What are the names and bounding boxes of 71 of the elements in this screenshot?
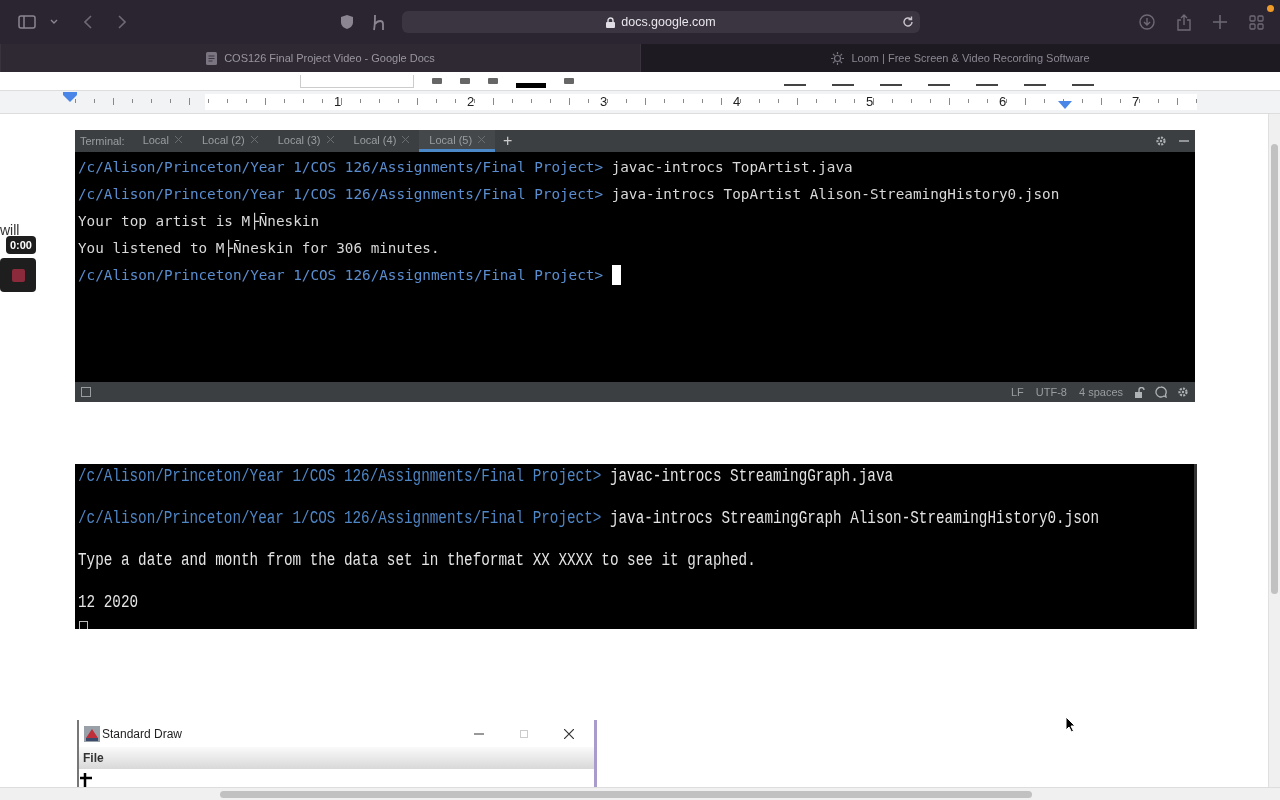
prompt-text: /c/Alison/Princeton/Year 1/COS 126/Assignments/Final Project> xyxy=(78,266,604,285)
terminal-tab[interactable]: Local (5) xyxy=(419,130,496,152)
command-text: javac-introcs TopArtist.java xyxy=(611,158,853,177)
caption-text: will xyxy=(0,222,20,238)
scrollbar-thumb[interactable] xyxy=(1271,144,1278,594)
close-icon[interactable] xyxy=(564,728,574,739)
address-bar[interactable]: docs.google.com xyxy=(402,11,920,33)
share-icon[interactable] xyxy=(1177,13,1191,31)
download-icon[interactable] xyxy=(1139,14,1155,30)
output-text: Your top artist is M├Ñneskin xyxy=(78,211,319,232)
reload-icon[interactable] xyxy=(902,16,914,28)
ruler-number: 2 xyxy=(465,94,476,110)
window-title: Standard Draw xyxy=(102,726,183,741)
ruler-number: 5 xyxy=(864,94,875,110)
lock-icon xyxy=(606,16,616,28)
ruler-number: 4 xyxy=(731,94,742,110)
terminal-tab[interactable]: Local (3) xyxy=(267,130,344,152)
maximize-icon[interactable] xyxy=(520,729,528,738)
terminal-tab[interactable]: Local (2) xyxy=(191,130,268,152)
prompt-text: /c/Alison/Princeton/Year 1/COS 126/Assignments/Final Project> xyxy=(78,185,604,204)
notification-dot xyxy=(1267,5,1274,12)
add-tab-button[interactable]: + xyxy=(495,130,521,152)
settings-icon[interactable] xyxy=(1155,135,1167,147)
output-text: You listened to M├Ñneskin for 306 minutes. xyxy=(78,238,440,259)
ruler-number: 1 xyxy=(332,94,343,110)
prompt-text: /c/Alison/Princeton/Year 1/COS 126/Assignments/Final Project> xyxy=(78,506,602,531)
status-item[interactable]: UTF-8 xyxy=(1035,386,1067,398)
font-size-field[interactable] xyxy=(300,74,414,88)
ruler-number: 6 xyxy=(997,94,1008,110)
new-tab-icon[interactable] xyxy=(1213,15,1227,29)
forward-icon[interactable] xyxy=(118,15,126,29)
terminal-tab[interactable]: Local xyxy=(132,130,192,152)
sidebar-icon[interactable] xyxy=(18,15,36,29)
mouse-cursor-icon xyxy=(1065,716,1076,733)
status-item[interactable]: LF xyxy=(1010,386,1024,398)
chat-icon[interactable] xyxy=(1155,386,1167,398)
tab-overview-icon[interactable] xyxy=(1249,14,1264,30)
browser-tab[interactable]: COS126 Final Project Video - Google Docs xyxy=(0,44,640,72)
chevron-down-icon[interactable] xyxy=(50,19,58,25)
sun-icon xyxy=(831,51,845,65)
status-item[interactable]: 4 spaces xyxy=(1078,386,1123,398)
output-text: Type a date and month from the data set in theformat XX XXXX to see it graphed. xyxy=(78,548,756,573)
indent-marker-icon[interactable] xyxy=(1058,101,1072,109)
text-cursor xyxy=(79,621,88,629)
stop-recording-button[interactable] xyxy=(0,258,36,292)
prompt-text: /c/Alison/Princeton/Year 1/COS 126/Assignments/Final Project> xyxy=(78,464,602,489)
text-color-icon[interactable] xyxy=(516,82,546,88)
command-text: javac-introcs StreamingGraph.java xyxy=(609,464,894,489)
settings-icon[interactable] xyxy=(1177,386,1189,398)
ruler-number: 7 xyxy=(1130,94,1141,110)
address-text: docs.google.com xyxy=(621,15,716,29)
command-text: java-introcs TopArtist Alison-StreamingHistory0.json xyxy=(611,185,1060,204)
document-icon xyxy=(206,51,218,65)
terminal-tab[interactable]: Local (4) xyxy=(343,130,420,152)
ruler-number: 3 xyxy=(598,94,609,110)
app-icon xyxy=(84,725,100,742)
command-text: java-introcs StreamingGraph Alison-StreamingHistory0.json xyxy=(609,506,1099,531)
shield-icon[interactable] xyxy=(340,14,354,30)
lock-icon[interactable] xyxy=(1135,386,1145,398)
menu-item[interactable]: File xyxy=(83,751,104,765)
terminal-label: Terminal: xyxy=(79,134,126,149)
recording-timer: 0:00 xyxy=(5,236,36,254)
crosshair-icon xyxy=(80,773,92,787)
scrollbar[interactable] xyxy=(0,787,1280,800)
output-text: 12 2020 xyxy=(78,590,139,615)
scrollbar-thumb[interactable] xyxy=(220,791,1032,798)
prompt-text: /c/Alison/Princeton/Year 1/COS 126/Assignments/Final Project> xyxy=(78,158,604,177)
text-cursor xyxy=(611,265,621,285)
back-icon[interactable] xyxy=(84,15,92,29)
scrollbar[interactable] xyxy=(1268,114,1280,787)
panel-icon[interactable] xyxy=(81,387,91,397)
